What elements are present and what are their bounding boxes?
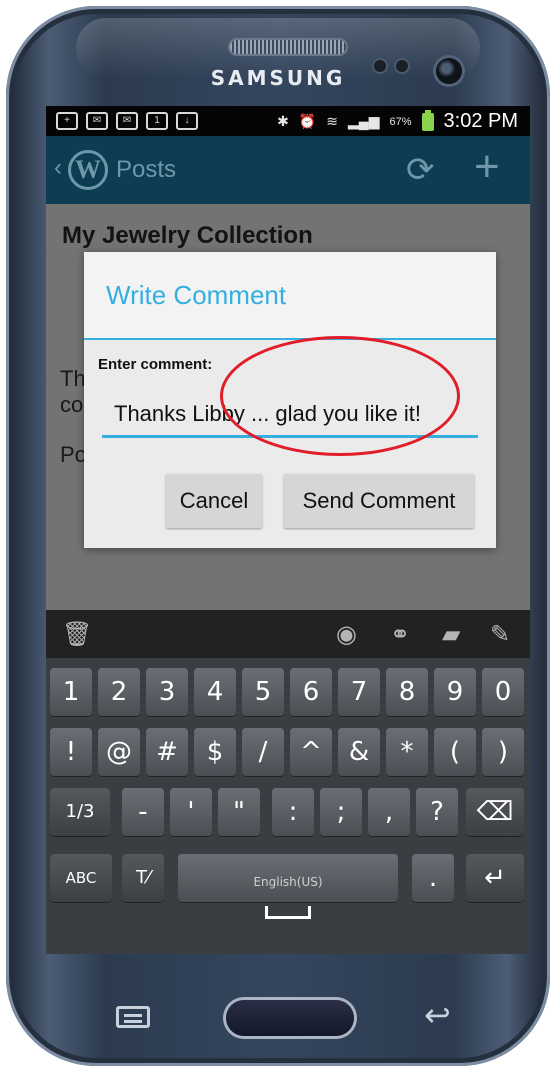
status-right: ✱ ⏰ ≋ ▂▄▆ 67% 3:02 PM — [277, 109, 518, 133]
key[interactable]: 2 — [98, 668, 140, 716]
action-bar: ‹ W Posts ⟳ + — [46, 136, 530, 204]
backspace-key[interactable]: ⌫ — [466, 788, 524, 836]
device-brand: SAMSUNG — [210, 66, 346, 90]
key[interactable]: ^ — [290, 728, 332, 776]
key[interactable]: 1 — [50, 668, 92, 716]
plus-box-icon: + — [56, 112, 78, 130]
screen: + ✉ ✉ 1 ↓ ✱ ⏰ ≋ ▂▄▆ 67% 3:02 PM ‹ W Post… — [46, 106, 530, 954]
highlight-circle — [220, 336, 460, 456]
send-comment-button[interactable]: Send Comment — [284, 474, 474, 528]
keyboard: 1 2 3 4 5 6 7 8 9 0 ! @ # $ / ^ & * ( ) … — [46, 658, 530, 954]
notification-icons: + ✉ ✉ 1 ↓ — [56, 112, 198, 130]
back-key-icon[interactable]: ↩ — [424, 996, 451, 1034]
refresh-icon[interactable]: ⟳ — [406, 150, 435, 190]
clock: 3:02 PM — [443, 110, 518, 132]
key[interactable]: , — [368, 788, 410, 836]
space-icon — [265, 906, 311, 919]
key[interactable]: 4 — [194, 668, 236, 716]
battery-percent: 67% — [389, 115, 412, 128]
calendar-icon: 1 — [146, 112, 168, 130]
key[interactable]: ! — [50, 728, 92, 776]
wifi-icon: ≋ — [326, 113, 339, 129]
key[interactable]: ' — [170, 788, 212, 836]
mail-icon: ✉ — [116, 112, 138, 130]
battery-icon — [421, 109, 434, 131]
menu-key-icon[interactable] — [116, 1006, 150, 1028]
key[interactable]: - — [122, 788, 164, 836]
period-key[interactable]: . — [412, 854, 454, 902]
status-bar: + ✉ ✉ 1 ↓ ✱ ⏰ ≋ ▂▄▆ 67% 3:02 PM — [46, 106, 530, 136]
key[interactable]: & — [338, 728, 380, 776]
wordpress-logo-icon[interactable]: W — [68, 150, 108, 190]
key[interactable]: 5 — [242, 668, 284, 716]
key[interactable]: 0 — [482, 668, 524, 716]
key[interactable]: 8 — [386, 668, 428, 716]
key[interactable]: " — [218, 788, 260, 836]
cancel-button[interactable]: Cancel — [166, 474, 262, 528]
dialog-title: Write Comment — [106, 280, 287, 310]
abc-key[interactable]: ABC — [50, 854, 112, 902]
back-chevron-icon[interactable]: ‹ — [54, 154, 62, 182]
alarm-icon: ⏰ — [298, 113, 317, 129]
key[interactable]: ; — [320, 788, 362, 836]
key[interactable]: # — [146, 728, 188, 776]
action-bar-title[interactable]: Posts — [116, 156, 176, 184]
bluetooth-icon: ✱ — [277, 113, 289, 129]
signal-icon: ▂▄▆ — [348, 113, 380, 129]
key[interactable]: ? — [416, 788, 458, 836]
key[interactable]: 3 — [146, 668, 188, 716]
key[interactable]: ( — [434, 728, 476, 776]
key[interactable]: 7 — [338, 668, 380, 716]
earpiece-speaker — [230, 40, 346, 54]
key[interactable]: 9 — [434, 668, 476, 716]
add-post-icon[interactable]: + — [474, 142, 500, 192]
mail-icon: ✉ — [86, 112, 108, 130]
enter-key[interactable]: ↵ — [466, 854, 524, 902]
key[interactable]: ) — [482, 728, 524, 776]
key[interactable]: $ — [194, 728, 236, 776]
download-icon: ↓ — [176, 112, 198, 130]
key[interactable]: * — [386, 728, 428, 776]
page-toggle-key[interactable]: 1/3 — [50, 788, 110, 836]
key[interactable]: / — [242, 728, 284, 776]
key[interactable]: 6 — [290, 668, 332, 716]
key[interactable]: : — [272, 788, 314, 836]
spacebar[interactable]: English(US) — [178, 854, 398, 919]
home-button[interactable] — [226, 1000, 354, 1036]
comment-field-label: Enter comment: — [98, 356, 213, 373]
spacebar-language: English(US) — [253, 875, 323, 889]
key[interactable]: @ — [98, 728, 140, 776]
text-input-mode-icon[interactable]: T⁄ — [122, 854, 164, 902]
